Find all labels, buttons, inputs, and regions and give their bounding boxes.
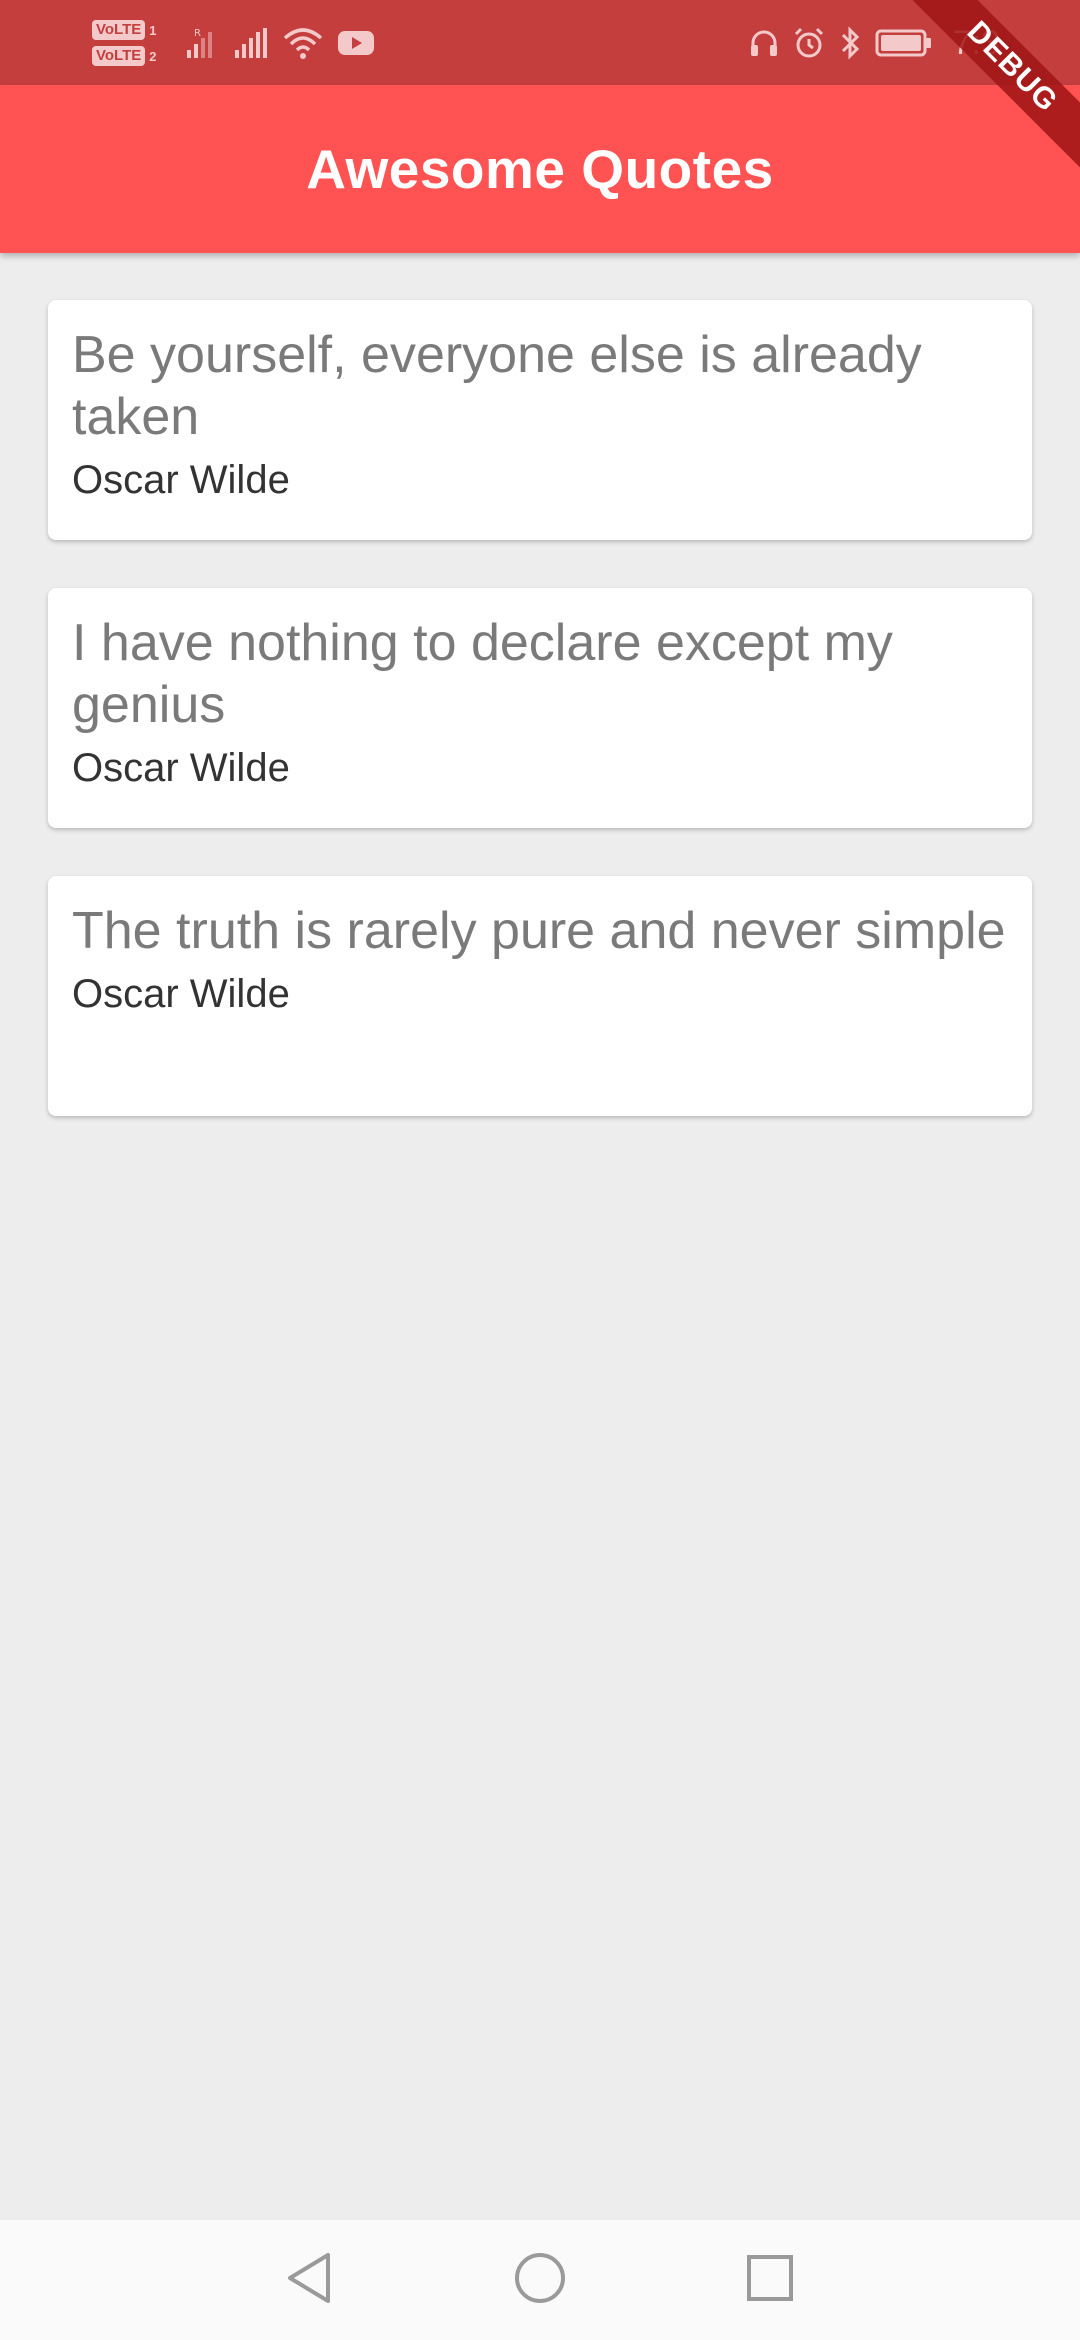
app-bar: Awesome Quotes [0, 85, 1080, 253]
home-icon [513, 2251, 567, 2310]
volte-sim-2: VoLTE 2 [92, 46, 157, 66]
quote-card[interactable]: I have nothing to declare except my geni… [48, 588, 1032, 828]
headphones-icon [749, 27, 779, 59]
wifi-icon [283, 26, 323, 60]
back-button[interactable] [279, 2250, 339, 2310]
volte-badge: VoLTE [92, 46, 146, 66]
quote-text: I have nothing to declare except my geni… [72, 614, 893, 734]
youtube-icon [337, 29, 375, 57]
status-bar-left: VoLTE 1 VoLTE 2 R [92, 14, 389, 72]
volte-badge: VoLTE [92, 20, 146, 40]
recents-icon [745, 2253, 795, 2308]
quote-author: Oscar Wilde [72, 972, 290, 1016]
quote-card[interactable]: Be yourself, everyone else is already ta… [48, 300, 1032, 540]
quote-text: Be yourself, everyone else is already ta… [72, 326, 922, 446]
signal-sim1-icon: R [185, 26, 219, 60]
volte-sim-1: VoLTE 1 [92, 20, 157, 40]
sim-number: 1 [149, 22, 157, 38]
roaming-label: R [194, 28, 201, 39]
app-title: Awesome Quotes [306, 138, 774, 200]
quote-text: The truth is rarely pure and never simpl… [72, 902, 1006, 960]
status-bar-right: 7:3 [749, 14, 1000, 72]
sim-number: 2 [149, 48, 157, 64]
alarm-icon [793, 27, 825, 59]
recents-button[interactable] [740, 2250, 800, 2310]
back-icon [284, 2251, 334, 2310]
quote-card[interactable]: The truth is rarely pure and never simpl… [48, 876, 1032, 1116]
quote-list: Be yourself, everyone else is already ta… [48, 300, 1032, 1164]
status-time: 7:3 [952, 23, 1000, 62]
status-bar: VoLTE 1 VoLTE 2 R 7:3 [0, 0, 1080, 85]
signal-sim2-icon [233, 26, 269, 60]
battery-icon [875, 28, 933, 58]
quote-author: Oscar Wilde [72, 746, 290, 790]
quote-author: Oscar Wilde [72, 458, 290, 502]
bluetooth-icon [839, 26, 861, 60]
home-button[interactable] [510, 2250, 570, 2310]
navigation-bar [0, 2220, 1080, 2340]
volte-indicators: VoLTE 1 VoLTE 2 [92, 20, 157, 66]
